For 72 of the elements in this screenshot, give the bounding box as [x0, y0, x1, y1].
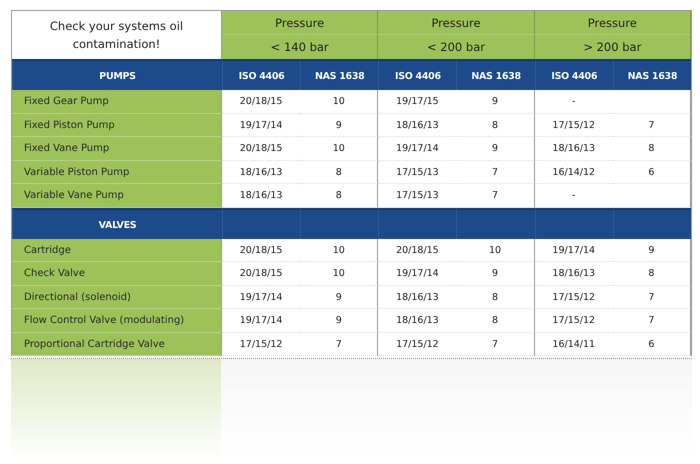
table-cell: 7	[612, 114, 691, 137]
table-cell: 19/17/14	[534, 238, 613, 262]
table-cell: -	[534, 90, 613, 114]
table-cell: 17/15/12	[534, 309, 613, 332]
table-cell: 8	[300, 160, 378, 184]
pressure-header: Pressure	[222, 11, 378, 35]
row-label: Proportional Cartridge Valve	[12, 332, 222, 356]
table-cell: 7	[456, 160, 535, 184]
column-header: NAS 1638	[300, 59, 378, 90]
table-cell: 9	[300, 309, 378, 332]
table-cell: 17/15/13	[378, 160, 456, 184]
table-cell: 9	[456, 90, 535, 114]
table-cell: 6	[612, 160, 691, 184]
row-label: Variable Piston Pump	[12, 160, 222, 184]
table-cell: 9	[300, 114, 378, 137]
row-label: Directional (solenoid)	[12, 286, 222, 309]
table-cell: 19/17/14	[222, 286, 300, 309]
section-header: VALVES	[12, 208, 222, 238]
table-cell: 7	[300, 332, 378, 356]
column-header: ISO 4406	[534, 59, 613, 90]
table-cell: 9	[456, 137, 535, 160]
table-cell: 18/16/13	[222, 160, 300, 184]
table-cell: 16/14/12	[534, 160, 613, 184]
table-cell: 16/14/11	[534, 332, 613, 356]
table-cell: 10	[456, 238, 535, 262]
row-label: Fixed Piston Pump	[12, 114, 222, 137]
table-cell: 8	[612, 262, 691, 286]
row-label: Cartridge	[12, 238, 222, 262]
table-cell: 7	[612, 286, 691, 309]
table-cell: 18/16/13	[534, 262, 613, 286]
table-cell: 8	[612, 137, 691, 160]
table-cell: 6	[612, 332, 691, 356]
row-label: Fixed Vane Pump	[12, 137, 222, 160]
table-cell: 10	[300, 137, 378, 160]
table-cell: 20/18/15	[222, 238, 300, 262]
table-cell: 9	[612, 238, 691, 262]
table-cell: 7	[456, 332, 535, 356]
pressure-range: < 200 bar	[378, 35, 535, 59]
row-label: Flow Control Valve (modulating)	[12, 309, 222, 332]
table-cell: 7	[456, 184, 535, 208]
section-header: PUMPS	[12, 59, 222, 90]
table-cell: 18/16/13	[534, 137, 613, 160]
row-label: Variable Vane Pump	[12, 184, 222, 208]
row-label: Check Valve	[12, 262, 222, 286]
table-cell: 9	[300, 286, 378, 309]
table-cell: 10	[300, 262, 378, 286]
table-cell: 17/15/12	[222, 332, 300, 356]
table-cell: 18/16/13	[378, 286, 456, 309]
column-header: ISO 4406	[222, 59, 300, 90]
table-cell: 8	[456, 114, 535, 137]
pressure-header: Pressure	[378, 11, 535, 35]
table-cell: 19/17/14	[222, 114, 300, 137]
table-cell: 8	[456, 286, 535, 309]
column-header: NAS 1638	[456, 59, 535, 90]
column-header: NAS 1638	[612, 59, 691, 90]
pressure-range: > 200 bar	[534, 35, 691, 59]
table-cell: 10	[300, 238, 378, 262]
table-cell: -	[534, 184, 613, 208]
table-cell: 8	[456, 309, 535, 332]
table-cell: 18/16/13	[378, 114, 456, 137]
table-cell: 9	[456, 262, 535, 286]
row-label: Fixed Gear Pump	[12, 90, 222, 114]
pressure-range: < 140 bar	[222, 35, 378, 59]
table-cell: 17/15/12	[378, 332, 456, 356]
table-cell: 10	[300, 90, 378, 114]
table-cell: 20/18/15	[378, 238, 456, 262]
table-cell: 7	[612, 309, 691, 332]
table-cell: 8	[300, 184, 378, 208]
table-cell: 17/15/12	[534, 114, 613, 137]
pressure-header: Pressure	[534, 11, 691, 35]
column-header: ISO 4406	[378, 59, 456, 90]
table-cell: 17/15/12	[534, 286, 613, 309]
